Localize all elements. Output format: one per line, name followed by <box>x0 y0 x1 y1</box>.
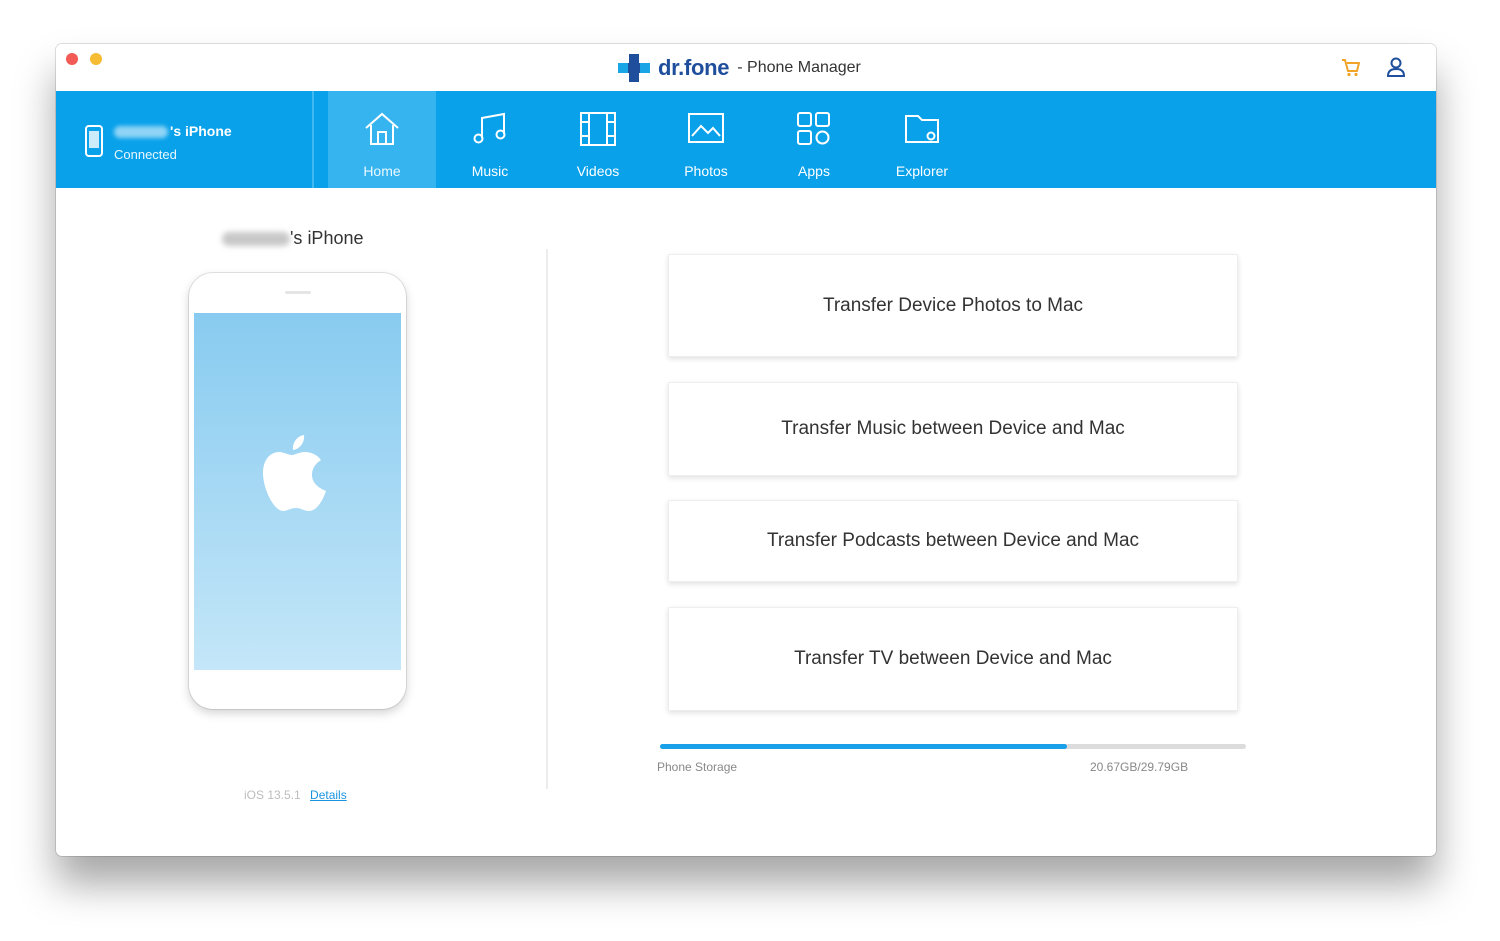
drfone-logo-icon <box>618 54 650 82</box>
device-panel: 's iPhone iOS 13.5.1 Details <box>56 188 546 856</box>
film-icon <box>578 109 618 149</box>
home-icon <box>362 109 402 149</box>
app-brand: dr.fone - Phone Manager <box>618 54 861 82</box>
storage-value: 20.67GB/29.79GB <box>1090 760 1189 774</box>
tab-explorer[interactable]: Explorer <box>868 91 976 188</box>
transfer-music-button[interactable]: Transfer Music between Device and Mac <box>668 382 1238 476</box>
storage-progress-bar <box>660 744 1246 749</box>
cart-icon[interactable] <box>1340 56 1362 78</box>
tab-videos[interactable]: Videos <box>544 91 652 188</box>
tab-label: Explorer <box>895 163 949 179</box>
redacted-owner-name <box>114 126 168 139</box>
device-connection-status: Connected <box>114 147 177 162</box>
title-bar: dr.fone - Phone Manager <box>56 44 1436 91</box>
ios-version: iOS 13.5.1 <box>244 788 301 802</box>
tab-music[interactable]: Music <box>436 91 544 188</box>
apple-logo-icon <box>260 429 334 522</box>
tab-label: Apps <box>798 163 830 179</box>
storage-label: Phone Storage <box>657 760 738 774</box>
phone-speaker <box>285 291 311 294</box>
music-icon <box>470 109 510 149</box>
panel-divider <box>546 249 548 789</box>
image-icon <box>686 109 726 149</box>
details-link[interactable]: Details <box>310 788 347 802</box>
os-version-line: iOS 13.5.1 Details <box>244 788 347 802</box>
tab-apps[interactable]: Apps <box>760 91 868 188</box>
device-title: 's iPhone <box>222 228 364 249</box>
tab-label: Music <box>471 163 509 179</box>
apps-grid-icon <box>794 109 834 149</box>
transfer-tv-button[interactable]: Transfer TV between Device and Mac <box>668 607 1238 711</box>
nav-tabs: Home Music Videos Photos Apps Explorer <box>328 91 976 188</box>
user-account-icon[interactable] <box>1386 56 1406 78</box>
tab-photos[interactable]: Photos <box>652 91 760 188</box>
close-window-button[interactable] <box>66 53 78 65</box>
device-name: 's iPhone <box>114 123 232 139</box>
folder-icon <box>902 109 942 149</box>
device-summary[interactable]: 's iPhone Connected <box>56 91 314 188</box>
minimize-window-button[interactable] <box>90 53 102 65</box>
storage-used-fill <box>660 744 1067 749</box>
redacted-owner-name <box>222 232 290 247</box>
phone-screen <box>194 313 401 670</box>
tab-label: Videos <box>576 163 620 179</box>
transfer-podcasts-button[interactable]: Transfer Podcasts between Device and Mac <box>668 500 1238 582</box>
transfer-photos-button[interactable]: Transfer Device Photos to Mac <box>668 254 1238 357</box>
app-window: dr.fone - Phone Manager 's iPhone Connec… <box>56 44 1436 856</box>
phone-illustration <box>189 273 406 709</box>
brand-subtitle: - Phone Manager <box>737 59 861 76</box>
tab-label: Photos <box>684 163 728 179</box>
brand-name: dr.fone <box>658 55 730 80</box>
tab-home[interactable]: Home <box>328 91 436 188</box>
phone-device-icon <box>84 125 104 162</box>
tab-label: Home <box>363 163 401 179</box>
main-nav-bar: 's iPhone Connected Home Music Videos Ph… <box>56 91 1436 188</box>
